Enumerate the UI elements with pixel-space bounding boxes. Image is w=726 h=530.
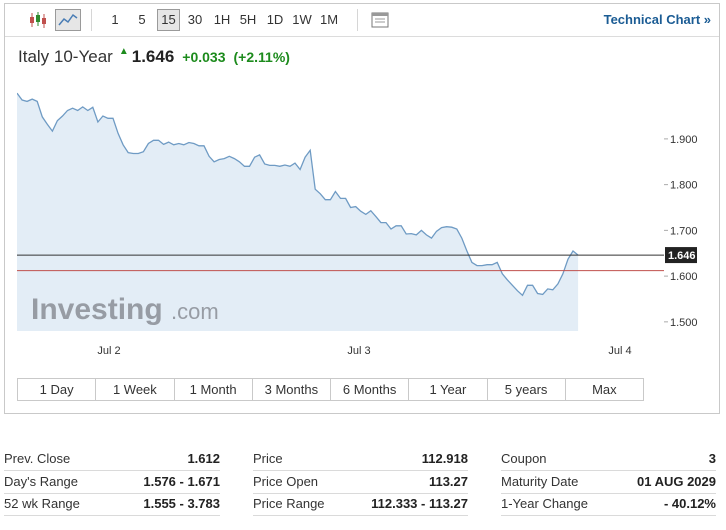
price-change-percent: (+2.11%) bbox=[233, 49, 290, 65]
stat-label: Price Range bbox=[253, 496, 325, 511]
stat-row: Prev. Close 1.612 bbox=[4, 448, 220, 471]
timeframe-button-5h[interactable]: 5H bbox=[237, 9, 259, 31]
x-tick-label: Jul 3 bbox=[347, 345, 370, 357]
chart-toolbar: Technical Chart » 1 5 15 30 1H 5H 1D 1W 1M bbox=[5, 4, 719, 37]
current-price-badge-label: 1.646 bbox=[668, 250, 696, 262]
toolbar-divider bbox=[91, 9, 92, 31]
line-chart-icon-graphic bbox=[58, 13, 78, 26]
stat-row: 1-Year Change - 40.12% bbox=[501, 493, 716, 516]
chart-widget: Technical Chart » 1 5 15 30 1H 5H 1D 1W 1M Italy… bbox=[4, 3, 720, 414]
stat-row: 52 wk Range 1.555 - 3.783 bbox=[4, 493, 220, 516]
x-tick-label: Jul 2 bbox=[97, 345, 120, 357]
timeframe-button-1[interactable]: 1 bbox=[106, 9, 124, 31]
range-button-1-day[interactable]: 1 Day bbox=[18, 379, 97, 400]
toolbar-divider bbox=[357, 9, 358, 31]
timeframe-button-1m[interactable]: 1M bbox=[318, 9, 340, 31]
timeframe-button-1h[interactable]: 1H bbox=[211, 9, 233, 31]
stat-value: 113.27 bbox=[428, 473, 468, 489]
stat-row: Maturity Date 01 AUG 2029 bbox=[501, 471, 716, 494]
panel-icon-graphic bbox=[371, 12, 389, 28]
quote-header: Italy 10-Year ▲ 1.646 +0.033 (+2.11%) bbox=[18, 46, 290, 67]
stat-row: Price 112.918 bbox=[253, 448, 468, 471]
stat-value: 1.576 - 1.671 bbox=[143, 473, 220, 489]
stat-label: Day's Range bbox=[4, 473, 79, 489]
stat-label: Maturity Date bbox=[501, 473, 579, 489]
technical-chart-link[interactable]: Technical Chart » bbox=[604, 10, 711, 30]
stat-label: Price bbox=[253, 451, 283, 466]
watermark-brand: Investing bbox=[31, 293, 163, 326]
timeframe-button-1w[interactable]: 1W bbox=[291, 9, 313, 31]
stat-row: Price Open 113.27 bbox=[253, 471, 468, 494]
stat-label: 1-Year Change bbox=[501, 496, 588, 511]
range-button-max[interactable]: Max bbox=[566, 379, 643, 400]
stat-value: 1.612 bbox=[187, 451, 220, 466]
stat-value: 112.918 bbox=[421, 451, 468, 466]
timeframe-button-30[interactable]: 30 bbox=[184, 9, 206, 31]
range-button-5-years[interactable]: 5 years bbox=[488, 379, 566, 400]
range-button-1-month[interactable]: 1 Month bbox=[175, 379, 253, 400]
last-price: 1.646 bbox=[131, 47, 175, 66]
x-tick-label: Jul 4 bbox=[608, 345, 631, 357]
range-button-3-months[interactable]: 3 Months bbox=[253, 379, 331, 400]
candlestick-icon-graphic bbox=[30, 12, 46, 28]
settings-panel-icon[interactable] bbox=[369, 9, 391, 31]
price-chart[interactable]: Investing .com 1.900 1.800 1.700 1.600 1.500… bbox=[17, 84, 707, 369]
stat-value: 01 AUG 2029 bbox=[636, 473, 716, 489]
timeframe-button-15[interactable]: 15 bbox=[157, 9, 180, 31]
range-selector: 1 Day 1 Week 1 Month 3 Months 6 Months 1 Year… bbox=[17, 378, 644, 401]
stat-label: Prev. Close bbox=[4, 451, 71, 466]
stat-row: Price Range 112.333 - 113.27 bbox=[253, 493, 468, 516]
instrument-name: Italy 10-Year bbox=[18, 47, 113, 66]
candlestick-icon[interactable] bbox=[27, 9, 49, 31]
stat-label: 52 wk Range bbox=[4, 496, 80, 511]
stat-value: 1.555 - 3.783 bbox=[143, 496, 220, 511]
stat-row: Day's Range 1.576 - 1.671 bbox=[4, 471, 220, 494]
range-button-1-week[interactable]: 1 Week bbox=[96, 379, 175, 400]
timeframe-button-5[interactable]: 5 bbox=[133, 9, 151, 31]
timeframe-button-1d[interactable]: 1D bbox=[264, 9, 286, 31]
y-tick-label: 1.800 bbox=[670, 180, 698, 192]
price-change: +0.033 bbox=[182, 49, 226, 65]
stat-value: 112.333 - 113.27 bbox=[371, 496, 468, 511]
stat-row: Coupon 3 bbox=[501, 448, 716, 471]
range-button-1-year[interactable]: 1 Year bbox=[409, 379, 488, 400]
y-tick-label: 1.500 bbox=[670, 317, 698, 329]
up-arrow-icon: ▲ bbox=[118, 46, 129, 57]
y-tick-label: 1.600 bbox=[670, 271, 698, 283]
watermark-suffix: .com bbox=[171, 299, 219, 324]
stat-label: Price Open bbox=[253, 473, 319, 489]
stat-value: - 40.12% bbox=[663, 496, 716, 511]
y-tick-label: 1.700 bbox=[670, 225, 698, 237]
stat-value: 3 bbox=[708, 451, 716, 466]
stat-label: Coupon bbox=[501, 451, 547, 466]
range-button-6-months[interactable]: 6 Months bbox=[331, 379, 410, 400]
y-tick-label: 1.900 bbox=[670, 134, 698, 146]
line-chart-icon[interactable] bbox=[55, 9, 81, 31]
